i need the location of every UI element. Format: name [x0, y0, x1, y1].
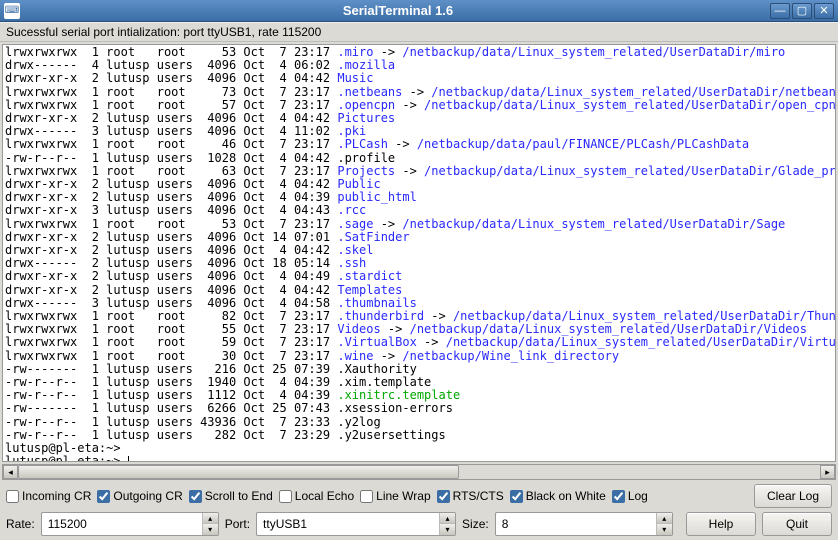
- app-icon: ⌨: [4, 3, 20, 19]
- listing-row: -rw------- 1 lutusp users 6266 Oct 25 07…: [5, 402, 833, 415]
- rate-value: 115200: [42, 517, 93, 531]
- maximize-button[interactable]: ▢: [792, 3, 812, 19]
- port-down-icon[interactable]: ▾: [440, 524, 455, 535]
- local-echo-checkbox[interactable]: Local Echo: [279, 489, 354, 503]
- listing-row: lrwxrwxrwx 1 root root 46 Oct 7 23:17 .P…: [5, 138, 833, 151]
- listing-row: lrwxrwxrwx 1 root root 53 Oct 7 23:17 .s…: [5, 218, 833, 231]
- scroll-left-arrow-icon[interactable]: ◂: [3, 465, 18, 479]
- prompt-line: lutusp@pl-eta:~>: [5, 442, 833, 455]
- terminal-output[interactable]: lrwxrwxrwx 1 root root 53 Oct 7 23:17 .m…: [2, 44, 836, 462]
- outgoing-cr-checkbox[interactable]: Outgoing CR: [97, 489, 182, 503]
- listing-row: -rw-r--r-- 1 lutusp users 282 Oct 7 23:2…: [5, 429, 833, 442]
- help-button[interactable]: Help: [686, 512, 756, 536]
- rate-down-icon[interactable]: ▾: [203, 524, 218, 535]
- scrollbar-track[interactable]: [18, 465, 820, 479]
- rate-label: Rate:: [6, 517, 35, 531]
- black-on-white-checkbox[interactable]: Black on White: [510, 489, 606, 503]
- listing-row: drwxr-xr-x 2 lutusp users 4096 Oct 4 04:…: [5, 284, 833, 297]
- size-value: 8: [496, 517, 546, 531]
- close-button[interactable]: ✕: [814, 3, 834, 19]
- incoming-cr-checkbox[interactable]: Incoming CR: [6, 489, 91, 503]
- port-up-icon[interactable]: ▴: [440, 513, 455, 524]
- listing-row: lrwxrwxrwx 1 root root 30 Oct 7 23:17 .w…: [5, 350, 833, 363]
- cursor-icon: [128, 456, 135, 462]
- clear-log-button[interactable]: Clear Log: [754, 484, 832, 508]
- line-wrap-checkbox[interactable]: Line Wrap: [360, 489, 430, 503]
- size-up-icon[interactable]: ▴: [657, 513, 672, 524]
- port-spinbox[interactable]: ttyUSB1 ▴▾: [256, 512, 456, 536]
- status-message: Sucessful serial port intialization: por…: [0, 22, 838, 42]
- port-label: Port:: [225, 517, 250, 531]
- scroll-right-arrow-icon[interactable]: ▸: [820, 465, 835, 479]
- prompt-line[interactable]: lutusp@pl-eta:~>: [5, 455, 833, 462]
- port-value: ttyUSB1: [257, 517, 313, 531]
- size-spinbox[interactable]: 8 ▴▾: [495, 512, 673, 536]
- bottom-toolbar: Incoming CR Outgoing CR Scroll to End Lo…: [0, 480, 838, 540]
- quit-button[interactable]: Quit: [762, 512, 832, 536]
- scroll-to-end-checkbox[interactable]: Scroll to End: [189, 489, 273, 503]
- listing-row: drwxr-xr-x 2 lutusp users 4096 Oct 4 04:…: [5, 270, 833, 283]
- titlebar: ⌨ SerialTerminal 1.6 — ▢ ✕: [0, 0, 838, 22]
- log-checkbox[interactable]: Log: [612, 489, 648, 503]
- scrollbar-thumb[interactable]: [18, 465, 459, 479]
- rts-cts-checkbox[interactable]: RTS/CTS: [437, 489, 504, 503]
- horizontal-scrollbar[interactable]: ◂ ▸: [2, 464, 836, 480]
- window-title: SerialTerminal 1.6: [26, 3, 770, 18]
- minimize-button[interactable]: —: [770, 3, 790, 19]
- rate-spinbox[interactable]: 115200 ▴▾: [41, 512, 219, 536]
- size-label: Size:: [462, 517, 489, 531]
- rate-up-icon[interactable]: ▴: [203, 513, 218, 524]
- size-down-icon[interactable]: ▾: [657, 524, 672, 535]
